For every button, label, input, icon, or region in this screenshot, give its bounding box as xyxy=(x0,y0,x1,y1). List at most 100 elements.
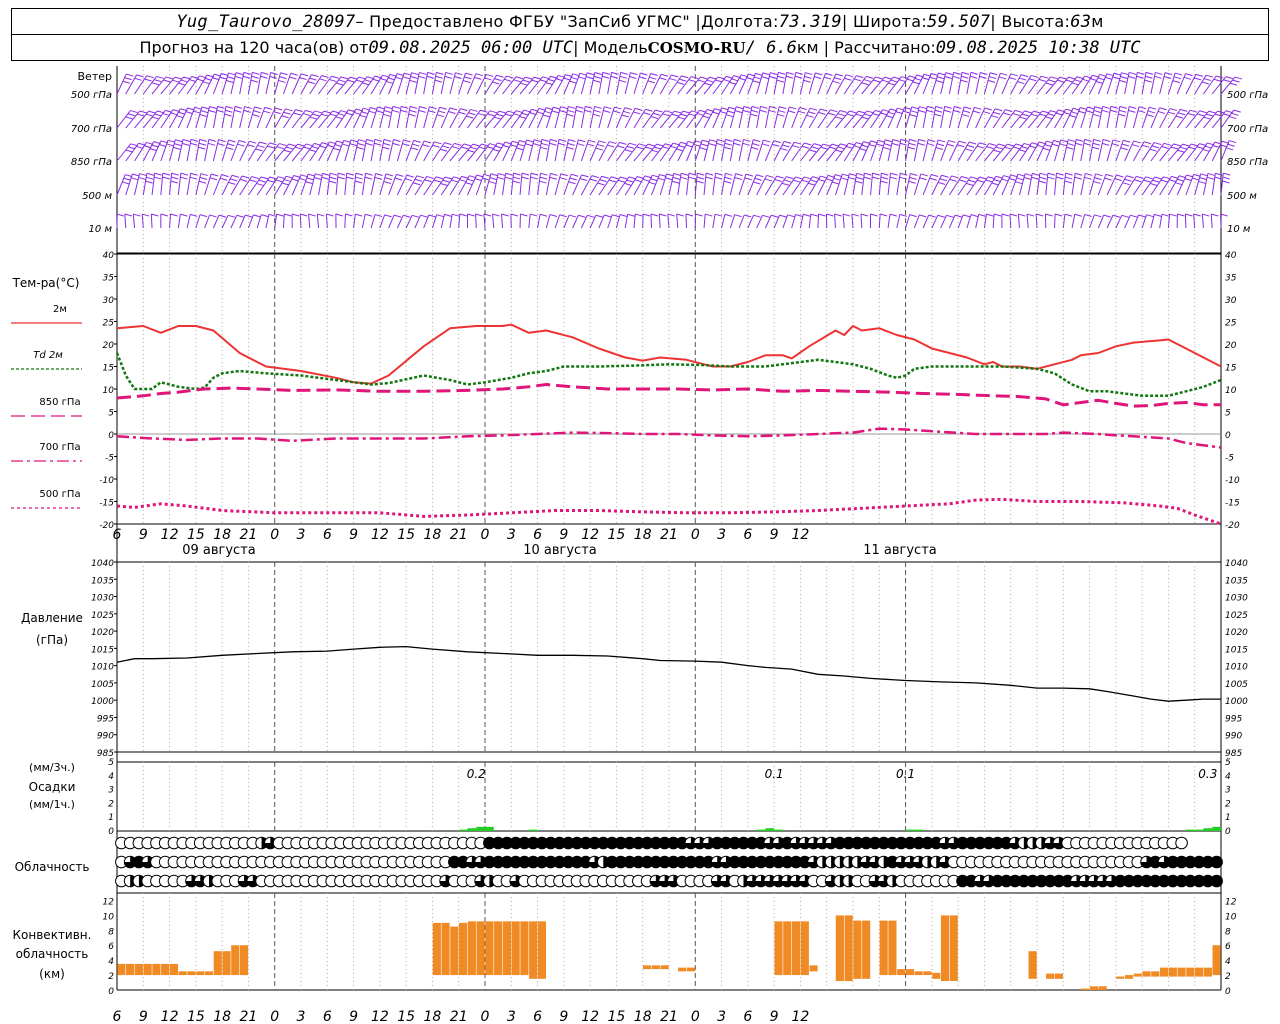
wind-barb-flag xyxy=(824,76,832,80)
wind-barb-flag xyxy=(859,148,867,152)
wind-barb-flag xyxy=(680,113,688,117)
wind-barb-flag xyxy=(208,109,216,113)
wind-barb-flag xyxy=(539,213,548,217)
wind-barb-flag xyxy=(1192,177,1200,181)
wind-barb-flag xyxy=(604,106,612,110)
wind-barb-staff xyxy=(957,72,963,95)
wind-barb-staff xyxy=(414,106,421,129)
wind-barb-flag xyxy=(1177,149,1185,153)
wind-barb-flag xyxy=(1086,110,1094,114)
wind-barb-flag xyxy=(375,172,383,176)
wind-barb-flag xyxy=(1102,105,1110,109)
wind-barb-staff xyxy=(580,72,588,95)
wind-barb-flag xyxy=(174,76,183,80)
wind-barb-flag xyxy=(1074,176,1082,180)
wind-barb-staff xyxy=(1106,174,1117,196)
temp-tick-left: 25 xyxy=(103,319,115,329)
wind-barb-staff xyxy=(116,174,126,196)
wind-barb-staff xyxy=(948,72,955,95)
convective-bar xyxy=(844,915,853,982)
wind-barb-flag xyxy=(127,113,136,117)
wind-barb-staff xyxy=(160,140,169,162)
wind-barb-flag xyxy=(162,172,170,176)
wind-barb-flag xyxy=(1211,213,1219,217)
wind-barb-flag xyxy=(680,172,689,176)
wind-barb-flag xyxy=(483,173,491,177)
wind-barb-flag xyxy=(840,177,849,181)
wind-barb-flag xyxy=(1144,79,1152,83)
wind-barb-flag xyxy=(1123,139,1131,143)
wind-barb-flag xyxy=(392,142,400,146)
conv-tick-left: 6 xyxy=(108,942,114,952)
wind-barb-flag xyxy=(142,213,150,217)
x-tick-label-top: 6 xyxy=(743,527,752,543)
wind-barb-staff xyxy=(326,173,331,196)
wind-barb-staff xyxy=(843,173,850,196)
convective-bar xyxy=(914,971,923,976)
precip-title: Осадки xyxy=(29,780,76,794)
wind-barb-staff xyxy=(738,214,745,229)
wind-barb-staff xyxy=(1045,173,1049,196)
wind-barb-flag xyxy=(1169,213,1177,217)
wind-barb-flag xyxy=(876,143,884,147)
wind-barb-staff xyxy=(388,174,397,196)
wind-barb-flag xyxy=(635,107,643,111)
wind-barb-staff xyxy=(913,214,920,229)
wind-barb-flag xyxy=(1111,143,1120,147)
wind-barb-flag xyxy=(569,214,577,218)
wind-barb-flag xyxy=(396,173,404,177)
wind-barb-flag xyxy=(558,138,567,142)
wind-barb-flag xyxy=(198,146,206,150)
wind-barb-flag xyxy=(624,107,632,111)
convective-bar xyxy=(1133,973,1142,977)
convective-bar xyxy=(879,920,888,976)
wind-barb-flag xyxy=(900,172,908,176)
wind-barb-flag xyxy=(672,176,680,180)
wind-barb-staff xyxy=(686,173,690,196)
wind-barb-staff xyxy=(1211,110,1227,129)
wind-barb-flag xyxy=(984,107,992,111)
wind-barb-staff xyxy=(896,214,901,229)
wind-barb-flag xyxy=(1206,113,1214,117)
temp-tick-left: -15 xyxy=(99,499,114,509)
wind-barb-flag xyxy=(489,110,498,114)
wind-barb-flag xyxy=(370,107,378,110)
wind-barb-flag xyxy=(190,172,198,176)
wind-barb-staff xyxy=(545,139,551,162)
wind-barb-flag xyxy=(451,179,459,183)
wind-barb-flag xyxy=(218,214,227,218)
pressure-tick-left: 1040 xyxy=(91,559,114,569)
wind-barb-flag xyxy=(884,139,893,143)
wind-barb-staff xyxy=(667,214,670,229)
wind-barb-flag xyxy=(617,179,626,183)
wind-barb-flag xyxy=(1008,76,1017,80)
wind-barb-flag xyxy=(1104,177,1112,181)
wind-barb-staff xyxy=(1019,110,1034,129)
wind-barb-staff xyxy=(747,139,754,162)
wind-level-left: 500 гПа xyxy=(71,90,112,101)
x-tick-label-top: 15 xyxy=(608,527,626,543)
wind-barb-flag xyxy=(314,110,323,114)
wind-barb-flag xyxy=(751,146,759,150)
wind-barb-flag xyxy=(696,176,705,180)
wind-barb-staff xyxy=(598,106,605,129)
x-tick-label-top: 21 xyxy=(660,527,678,543)
wind-barb-staff xyxy=(835,173,843,196)
wind-barb-flag xyxy=(1087,106,1095,110)
wind-barb-flag xyxy=(1092,113,1101,117)
conv-title-1: Конвективн. xyxy=(13,928,92,942)
wind-barb-flag xyxy=(432,144,440,148)
wind-barb-flag xyxy=(154,113,162,117)
wind-barb-staff xyxy=(1097,139,1104,162)
wind-barb-flag xyxy=(175,139,183,143)
wind-barb-staff xyxy=(624,72,631,95)
wind-barb-flag xyxy=(927,142,935,146)
wind-barb-flag xyxy=(392,105,400,109)
wind-barb-flag xyxy=(620,176,628,180)
wind-barb-flag xyxy=(1199,110,1207,114)
wind-barb-flag xyxy=(1137,110,1146,114)
wind-barb-flag xyxy=(486,73,494,77)
pressure-tick-left: 995 xyxy=(97,714,114,724)
wind-barb-staff xyxy=(1194,173,1202,196)
wind-barb-flag xyxy=(691,76,699,80)
